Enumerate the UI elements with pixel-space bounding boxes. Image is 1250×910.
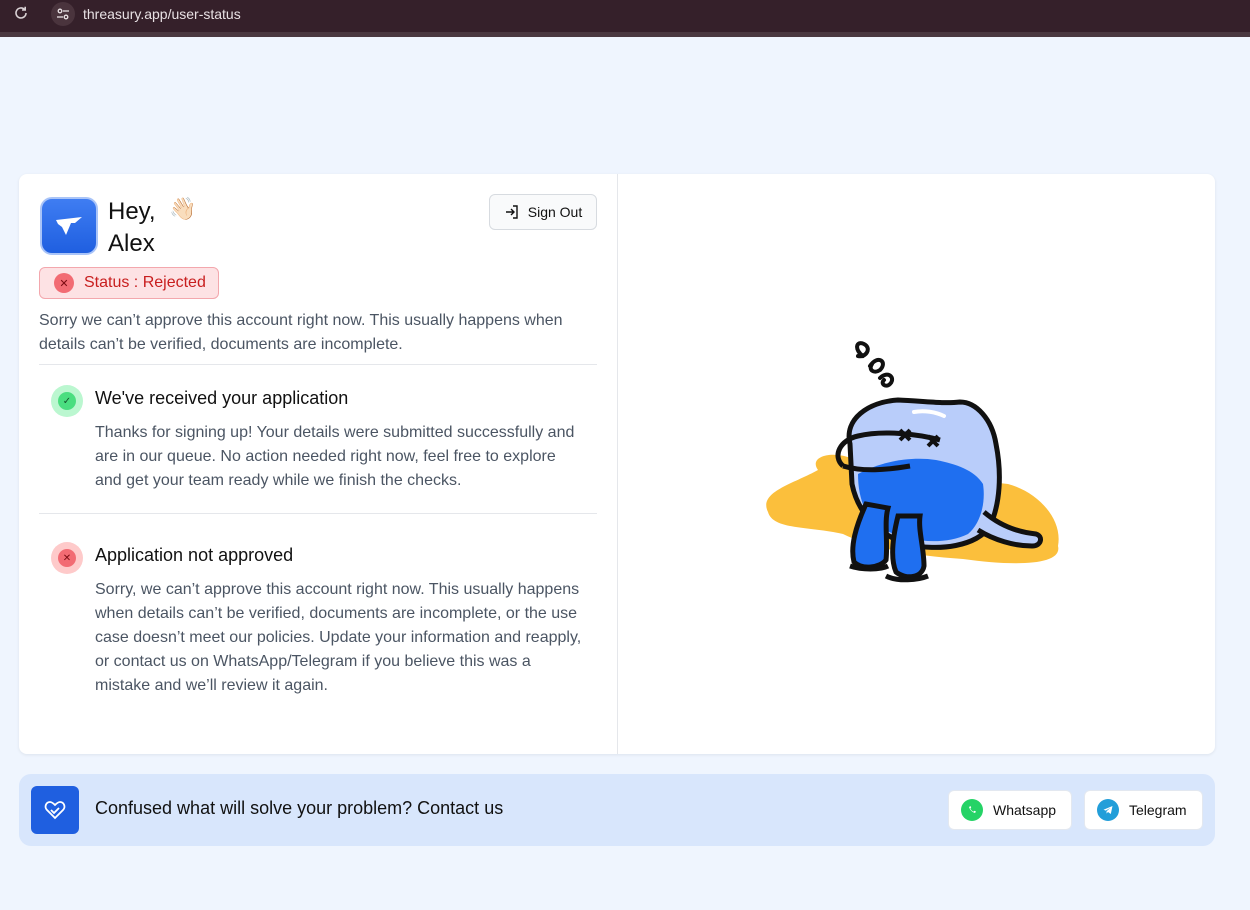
illustration-panel (618, 174, 1215, 754)
step-desc-received: Thanks for signing up! Your details were… (95, 424, 575, 489)
status-card: Hey, Alex 👋🏻 Sign Out ✕ Status : Rejecte… (19, 174, 1215, 754)
address-url[interactable]: threasury.app/user-status (83, 6, 241, 22)
sign-out-button[interactable]: Sign Out (489, 194, 597, 230)
telegram-button[interactable]: Telegram (1084, 790, 1203, 830)
whatsapp-icon (961, 799, 983, 821)
greeting-heading: Hey, Alex (108, 196, 156, 260)
logo-mark-icon (56, 217, 82, 235)
whatsapp-button[interactable]: Whatsapp (948, 790, 1072, 830)
status-intro-text: Sorry we can’t approve this account righ… (39, 312, 563, 353)
step-title-not-approved: Application not approved (95, 545, 294, 565)
sign-out-label: Sign Out (527, 204, 583, 220)
step-title-received: We've received your application (95, 388, 349, 408)
dizzy-blob-illustration (766, 341, 1059, 583)
telegram-label: Telegram (1129, 802, 1187, 818)
step-success-icon: ✓ (51, 385, 83, 417)
browser-tab-strip (0, 32, 1250, 37)
step-rejected-icon: ✕ (51, 542, 83, 574)
whatsapp-label: Whatsapp (993, 802, 1057, 818)
greeting-hey: Hey, (108, 198, 156, 225)
status-panel: Hey, Alex 👋🏻 Sign Out ✕ Status : Rejecte… (19, 174, 617, 754)
greeting-username: Alex (108, 230, 155, 257)
wave-emoji-icon: 👋🏻 (169, 196, 197, 221)
rejected-x-icon: ✕ (54, 273, 74, 293)
section-divider (39, 364, 597, 365)
telegram-icon (1097, 799, 1119, 821)
site-settings-icon[interactable] (51, 2, 75, 26)
app-logo (40, 197, 98, 255)
status-label: Status : Rejected (84, 274, 206, 291)
section-divider (39, 513, 597, 514)
helping-hand-icon (31, 786, 79, 834)
browser-address-bar: threasury.app/user-status (0, 0, 1250, 32)
reload-icon[interactable] (10, 5, 32, 27)
contact-bar: Confused what will solve your problem? C… (19, 774, 1215, 846)
sign-out-icon (505, 205, 518, 219)
status-badge: ✕ Status : Rejected (39, 267, 219, 299)
step-desc-not-approved: Sorry, we can’t approve this account rig… (95, 581, 582, 694)
x-icon: ✕ (58, 549, 76, 567)
contact-prompt-text: Confused what will solve your problem? C… (95, 798, 504, 818)
check-icon: ✓ (58, 392, 76, 410)
